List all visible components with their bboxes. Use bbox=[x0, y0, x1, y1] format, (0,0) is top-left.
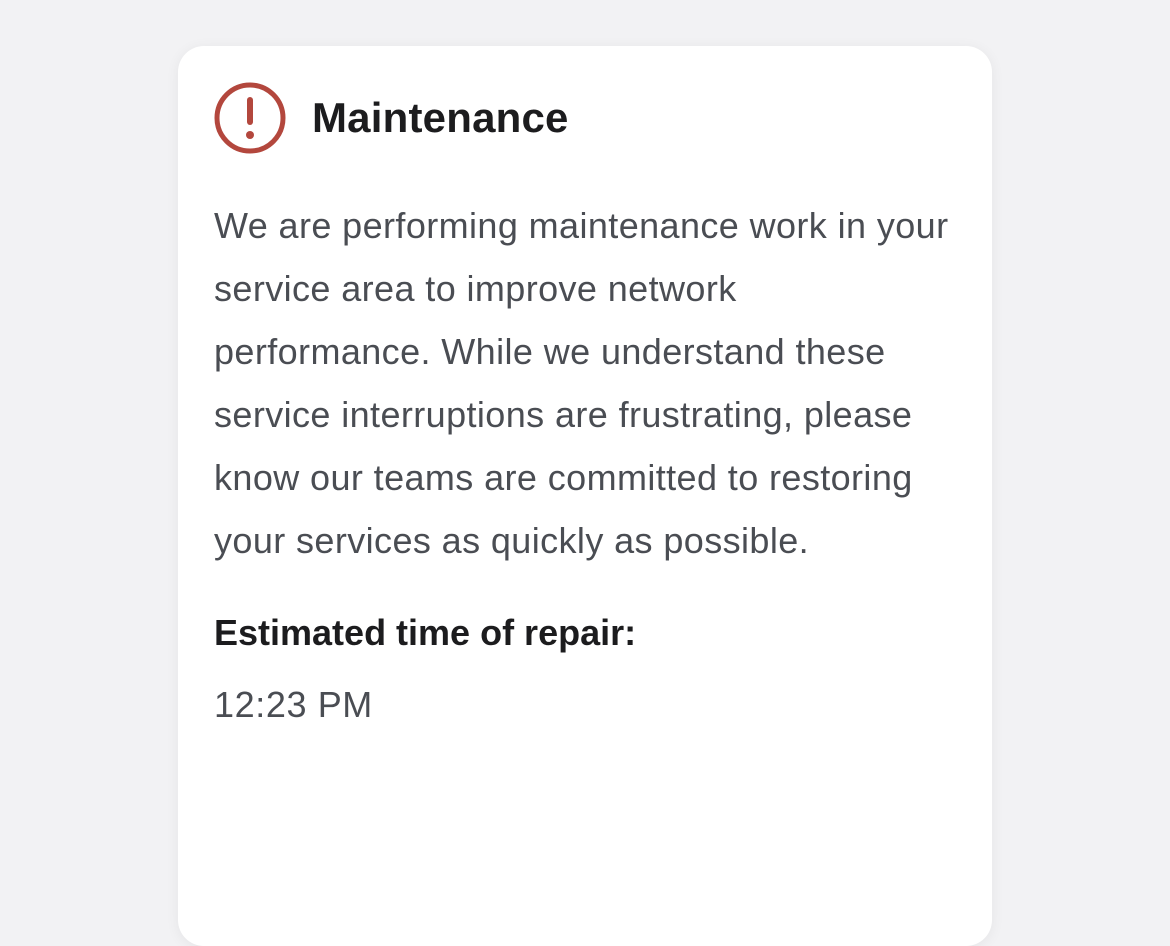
maintenance-message: We are performing maintenance work in yo… bbox=[214, 205, 949, 561]
card-title: Maintenance bbox=[312, 94, 569, 141]
repair-time-value: 12:23 PM bbox=[214, 684, 373, 725]
card-header: Maintenance bbox=[214, 82, 956, 154]
repair-time-label: Estimated time of repair: bbox=[214, 612, 637, 653]
exclamation-circle-icon bbox=[214, 82, 286, 154]
maintenance-card: Maintenance We are performing maintenanc… bbox=[178, 46, 992, 946]
